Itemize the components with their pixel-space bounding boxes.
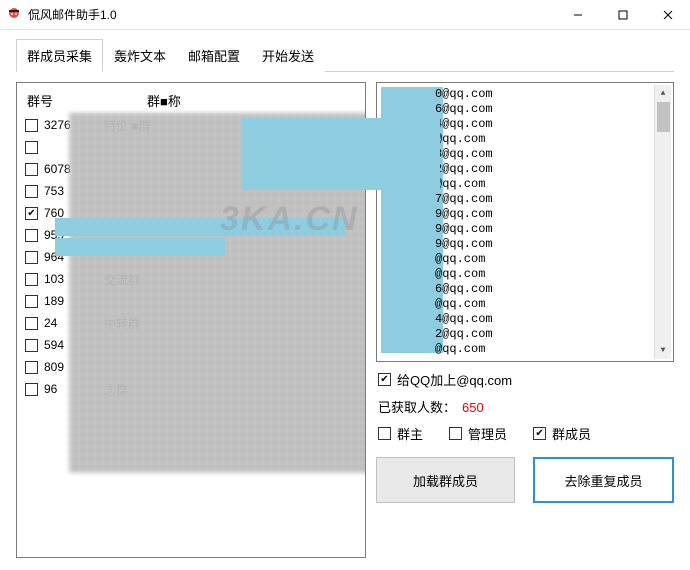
email-line: 2@qq.com: [435, 162, 493, 177]
tab-mailconfig[interactable]: 邮箱配置: [177, 39, 251, 72]
group-checkbox[interactable]: [25, 339, 38, 352]
group-checkbox[interactable]: [25, 361, 38, 374]
email-line: @qq.com: [435, 342, 493, 357]
label-admin: 管理员: [468, 424, 507, 443]
checkbox-member[interactable]: [533, 427, 546, 440]
email-line: 7@qq.com: [435, 192, 493, 207]
group-checkbox[interactable]: [25, 185, 38, 198]
label-member: 群成员: [552, 424, 591, 443]
tab-text[interactable]: 轰炸文本: [103, 39, 177, 72]
email-line: @qq.com: [435, 297, 493, 312]
group-checkbox[interactable]: [25, 317, 38, 330]
group-checkbox[interactable]: [25, 141, 38, 154]
col-header-id: 群号: [27, 91, 147, 110]
email-line: 0@qq.com: [435, 87, 493, 102]
close-button[interactable]: [645, 0, 690, 29]
email-line: 9@qq.com: [435, 222, 493, 237]
email-line: @qq.com: [435, 177, 493, 192]
scroll-up-icon[interactable]: ▲: [655, 85, 671, 102]
email-line: @qq.com: [435, 132, 493, 147]
label-owner: 群主: [397, 424, 423, 443]
email-line: @qq.com: [435, 267, 493, 282]
email-line: 4@qq.com: [435, 312, 493, 327]
email-line: 2@qq.com: [435, 327, 493, 342]
group-checkbox[interactable]: [25, 207, 38, 220]
count-value: 650: [462, 400, 484, 415]
group-checkbox[interactable]: [25, 295, 38, 308]
group-list-header: 群号 群■称: [21, 87, 361, 114]
email-line: 6@qq.com: [435, 282, 493, 297]
email-line: 9@qq.com: [435, 207, 493, 222]
group-checkbox[interactable]: [25, 229, 38, 242]
group-checkbox[interactable]: [25, 163, 38, 176]
email-line: @qq.com: [435, 252, 493, 267]
group-checkbox[interactable]: [25, 119, 38, 132]
dedupe-button[interactable]: 去除重复成员: [533, 457, 674, 503]
maximize-button[interactable]: [600, 0, 645, 29]
window-title: 侃风邮件助手1.0: [28, 6, 555, 23]
email-line: 3@qq.com: [435, 147, 493, 162]
minimize-button[interactable]: [555, 0, 600, 29]
titlebar: 侃风邮件助手1.0: [0, 0, 690, 30]
checkbox-admin[interactable]: [449, 427, 462, 440]
load-members-button[interactable]: 加载群成员: [376, 457, 515, 503]
highlight-strip: [55, 238, 225, 256]
email-line: 6@qq.com: [435, 102, 493, 117]
tab-collect[interactable]: 群成员采集: [16, 39, 103, 72]
email-line: 9@qq.com: [435, 237, 493, 252]
app-icon: [6, 7, 22, 23]
scroll-down-icon[interactable]: ▼: [655, 342, 671, 359]
tab-send[interactable]: 开始发送: [251, 39, 325, 72]
checkbox-append-suffix[interactable]: [378, 373, 391, 386]
scrollbar[interactable]: ▲ ▼: [654, 85, 671, 359]
checkbox-owner[interactable]: [378, 427, 391, 440]
scroll-thumb[interactable]: [657, 102, 670, 132]
highlight-block: [242, 118, 440, 190]
col-header-name: 群■称: [147, 91, 355, 110]
label-append-suffix: 给QQ加上@qq.com: [397, 370, 512, 389]
email-line: 4@qq.com: [435, 117, 493, 132]
count-label: 已获取人数：: [378, 400, 456, 415]
group-checkbox[interactable]: [25, 383, 38, 396]
highlight-strip: [55, 218, 345, 236]
tab-bar: 群成员采集 轰炸文本 邮箱配置 开始发送: [0, 30, 690, 71]
group-checkbox[interactable]: [25, 251, 38, 264]
group-checkbox[interactable]: [25, 273, 38, 286]
